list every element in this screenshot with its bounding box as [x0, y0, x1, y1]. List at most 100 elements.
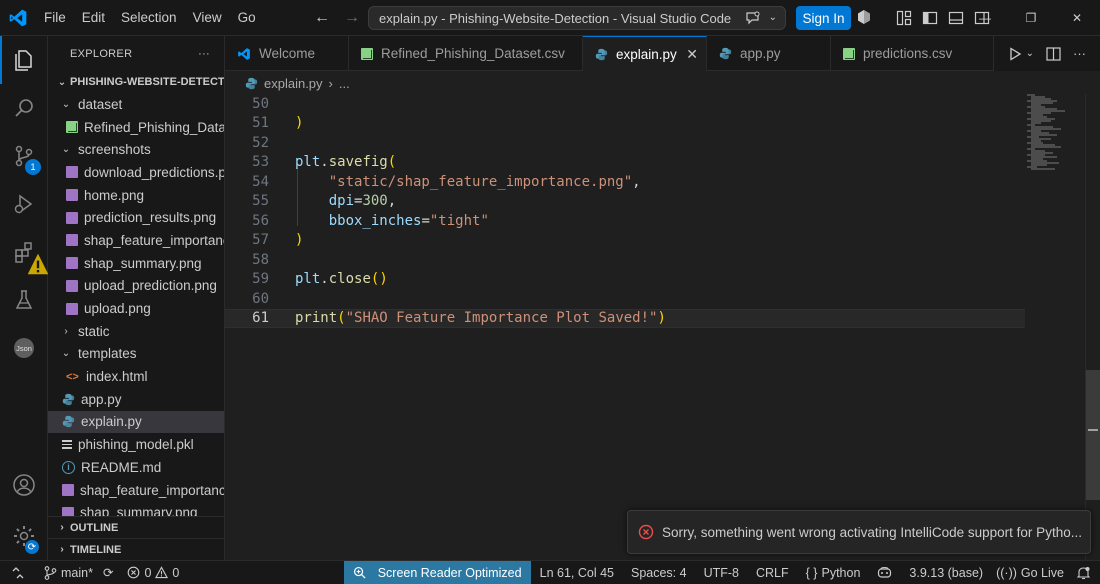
tree-item-label: dataset: [78, 96, 123, 112]
command-center[interactable]: explain.py - Phishing-Website-Detection …: [368, 6, 786, 30]
customize-layout-icon[interactable]: [896, 10, 912, 26]
tree-folder[interactable]: ⌄ dataset: [48, 93, 224, 116]
run-python-file-icon[interactable]: [1008, 46, 1022, 61]
remote-indicator[interactable]: [0, 561, 36, 584]
copilot-chat-icon[interactable]: [745, 11, 761, 25]
sync-icon[interactable]: ⟳: [103, 565, 113, 580]
svg-text:Json: Json: [16, 344, 32, 353]
cursor-position[interactable]: Ln 61, Col 45: [531, 561, 621, 584]
code-line[interactable]: 56 bbox_inches="tight": [225, 211, 1025, 231]
toggle-primary-sidebar-icon[interactable]: [922, 10, 938, 26]
tree-file[interactable]: shap_feature_importance.png: [48, 479, 224, 502]
notifications-button[interactable]: [1071, 561, 1100, 584]
code-line[interactable]: 60: [225, 289, 1025, 309]
search-activity[interactable]: [0, 84, 48, 132]
problems-indicator[interactable]: 0 0: [120, 561, 186, 584]
testing-activity[interactable]: [0, 276, 48, 324]
error-notification[interactable]: Sorry, something went wrong activating I…: [627, 510, 1091, 554]
code-line[interactable]: 51): [225, 114, 1025, 134]
line-number: 54: [252, 173, 269, 190]
close-icon[interactable]: ✕: [1054, 11, 1100, 25]
extensions-activity[interactable]: [0, 228, 49, 276]
tree-folder[interactable]: ⌄ templates: [48, 343, 224, 366]
outline-section[interactable]: › OUTLINE: [48, 516, 224, 538]
minimize-icon[interactable]: —: [962, 11, 1008, 25]
tree-folder[interactable]: › static: [48, 320, 224, 343]
code-token: plt: [295, 271, 321, 288]
tree-file[interactable]: <> index.html: [48, 365, 224, 388]
tab-label: Refined_Phishing_Dataset.csv: [381, 46, 565, 61]
editor-scrollbar[interactable]: [1085, 94, 1100, 560]
project-folder[interactable]: ⌄ PHISHING-WEBSITE-DETECTION: [48, 71, 224, 93]
menu-file[interactable]: File: [36, 0, 74, 36]
end-of-line[interactable]: CRLF: [746, 561, 796, 584]
code-editor[interactable]: 50 51) 52 53 plt.savefig(54 "static/shap_fea…: [225, 94, 1100, 560]
tree-file[interactable]: phishing_model.pkl: [48, 433, 224, 456]
accounts-activity[interactable]: [0, 461, 48, 509]
tab-predictions-csv[interactable]: predictions.csv: [831, 36, 994, 71]
tab-explain-py[interactable]: explain.py ✕: [583, 36, 707, 71]
tree-file[interactable]: home.png: [48, 184, 224, 207]
code-line[interactable]: 52: [225, 133, 1025, 153]
code-line[interactable]: 59 plt.close(): [225, 270, 1025, 290]
split-editor-icon[interactable]: [1046, 46, 1061, 61]
code-line[interactable]: 58: [225, 250, 1025, 270]
tab-app-py[interactable]: app.py: [707, 36, 831, 71]
code-token: ): [657, 310, 666, 327]
more-actions-icon[interactable]: ···: [198, 48, 210, 60]
tab-welcome[interactable]: Welcome: [225, 36, 349, 71]
code-line[interactable]: 54 "static/shap_feature_importance.png",: [225, 172, 1025, 192]
notification-message: Sorry, something went wrong activating I…: [662, 524, 1082, 540]
menu-edit[interactable]: Edit: [74, 0, 113, 36]
code-line[interactable]: 53 plt.savefig(: [225, 153, 1025, 173]
manage-activity[interactable]: ⟳: [0, 512, 48, 560]
tree-file[interactable]: upload.png: [48, 297, 224, 320]
tree-file[interactable]: app.py: [48, 388, 224, 411]
tree-file[interactable]: i README.md: [48, 456, 224, 479]
git-branch[interactable]: main* ⟳: [36, 561, 120, 584]
close-tab-icon[interactable]: ✕: [686, 46, 698, 63]
screen-reader-mode[interactable]: Screen Reader Optimized: [343, 560, 531, 584]
tree-file[interactable]: Refined_Phishing_Dataset.csv: [48, 116, 224, 139]
forward-arrow-icon[interactable]: →: [342, 9, 362, 27]
python-interpreter[interactable]: 3.9.13 (base): [899, 561, 990, 584]
run-debug-activity[interactable]: [0, 180, 48, 228]
language-mode[interactable]: { } Python: [796, 561, 868, 584]
tab-refined-dataset[interactable]: Refined_Phishing_Dataset.csv: [349, 36, 583, 71]
tree-file[interactable]: shap_summary.png: [48, 252, 224, 275]
json-activity[interactable]: Json: [0, 324, 48, 372]
go-live-button[interactable]: ((·)) Go Live: [990, 561, 1071, 584]
code-line[interactable]: 50: [225, 94, 1025, 114]
minimap[interactable]: [1025, 94, 1087, 174]
line-number: 52: [252, 134, 269, 151]
code-line[interactable]: 55 dpi=300,: [225, 192, 1025, 212]
encoding[interactable]: UTF-8: [694, 561, 746, 584]
chevron-down-icon[interactable]: ⌄: [769, 11, 777, 25]
code-line[interactable]: 61 print("SHAO Feature Importance Plot Sa…: [225, 308, 1025, 328]
source-control-activity[interactable]: 1: [0, 132, 48, 180]
tree-folder[interactable]: ⌄ screenshots: [48, 138, 224, 161]
scrollbar-thumb[interactable]: [1086, 370, 1100, 500]
tree-file[interactable]: shap_feature_importance.png: [48, 229, 224, 252]
more-actions-icon[interactable]: ···: [1073, 46, 1086, 61]
copilot-icon[interactable]: [856, 9, 872, 25]
chevron-down-icon[interactable]: ⌄: [1026, 48, 1034, 59]
breadcrumb-symbols[interactable]: ...: [339, 76, 350, 91]
menu-selection[interactable]: Selection: [113, 0, 185, 36]
code-line[interactable]: 57): [225, 231, 1025, 251]
indentation[interactable]: Spaces: 4: [621, 561, 694, 584]
tree-file[interactable]: download_predictions.png: [48, 161, 224, 184]
python-file-icon: [595, 48, 608, 60]
menu-view[interactable]: View: [185, 0, 230, 36]
timeline-section[interactable]: › TIMELINE: [48, 538, 224, 560]
tree-file[interactable]: prediction_results.png: [48, 206, 224, 229]
breadcrumb-file[interactable]: explain.py: [264, 76, 323, 91]
copilot-status[interactable]: [867, 561, 899, 584]
back-arrow-icon[interactable]: ←: [312, 9, 332, 27]
menu-go[interactable]: Go: [230, 0, 264, 36]
restore-icon[interactable]: ❐: [1008, 11, 1054, 25]
tree-file[interactable]: explain.py: [48, 410, 224, 434]
explorer-activity[interactable]: [0, 36, 48, 84]
sign-in-button[interactable]: Sign In: [796, 6, 851, 30]
tree-file[interactable]: upload_prediction.png: [48, 275, 224, 298]
